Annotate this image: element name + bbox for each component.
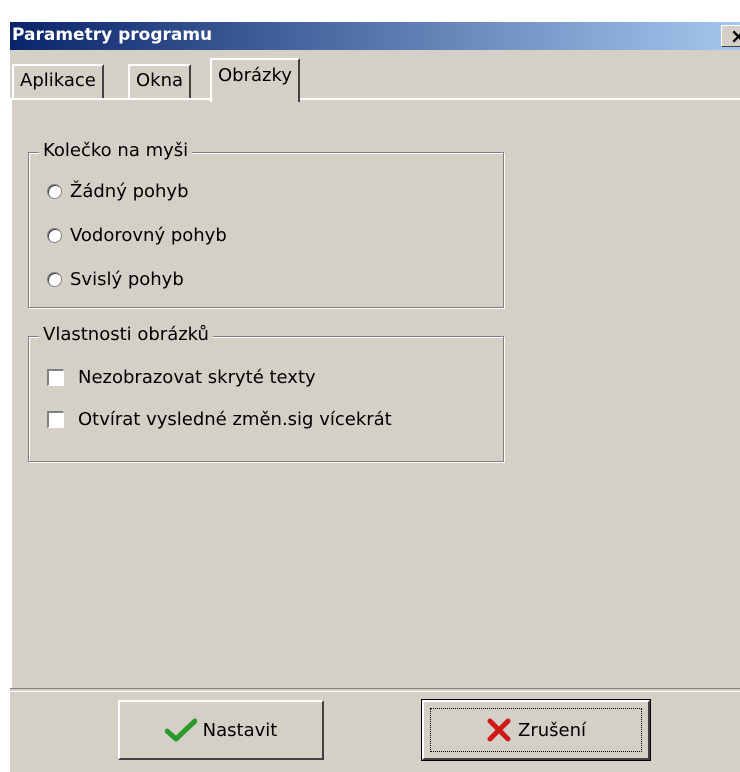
- group-title: Vlastnosti obrázků: [39, 324, 213, 345]
- checkbox[interactable]: [47, 369, 64, 386]
- tab-label: Okna: [136, 70, 184, 91]
- radio-button[interactable]: [47, 228, 62, 243]
- tab-label: Obrázky: [218, 65, 292, 86]
- ok-button[interactable]: Nastavit: [118, 700, 324, 760]
- radio-label: Svislý pohyb: [70, 269, 184, 290]
- close-icon: ×: [730, 24, 740, 48]
- focus-ring: [430, 708, 642, 752]
- title-bar[interactable]: Parametry programu ×: [10, 22, 740, 50]
- radio-label: Žádný pohyb: [70, 181, 189, 202]
- mouse-wheel-group: Kolečko na myši Žádný pohyb Vodorovný po…: [28, 140, 504, 308]
- checkbox-hide-texts[interactable]: Nezobrazovat skryté texty: [47, 367, 316, 388]
- image-properties-group: Vlastnosti obrázků Nezobrazovat skryté t…: [28, 324, 504, 462]
- tab-obrazky[interactable]: Obrázky: [210, 58, 300, 102]
- radio-none[interactable]: Žádný pohyb: [47, 181, 189, 202]
- cancel-button[interactable]: Zrušení: [421, 699, 651, 761]
- checkbox[interactable]: [47, 411, 64, 428]
- tab-label: Aplikace: [20, 70, 96, 91]
- separator: [10, 688, 740, 692]
- checkbox-label: Otvírat vysledné změn.sig vícekrát: [78, 409, 392, 430]
- window-title: Parametry programu: [12, 25, 213, 45]
- ok-label: Nastavit: [202, 719, 278, 741]
- radio-horizontal[interactable]: Vodorovný pohyb: [47, 225, 227, 246]
- checkbox-open-multiple[interactable]: Otvírat vysledné změn.sig vícekrát: [47, 409, 392, 430]
- radio-label: Vodorovný pohyb: [70, 225, 227, 246]
- tab-panel-obrazky: Kolečko na myši Žádný pohyb Vodorovný po…: [10, 98, 740, 688]
- radio-vertical[interactable]: Svislý pohyb: [47, 269, 184, 290]
- tab-aplikace[interactable]: Aplikace: [12, 64, 104, 98]
- checkbox-label: Nezobrazovat skryté texty: [78, 367, 316, 388]
- radio-button[interactable]: [47, 272, 62, 287]
- group-title: Kolečko na myši: [39, 140, 193, 161]
- checkmark-icon: [164, 718, 197, 742]
- dialog-window: Parametry programu × Aplikace Okna Obráz…: [10, 22, 740, 772]
- radio-button[interactable]: [47, 184, 62, 199]
- tab-okna[interactable]: Okna: [128, 64, 192, 98]
- close-button[interactable]: ×: [721, 25, 740, 47]
